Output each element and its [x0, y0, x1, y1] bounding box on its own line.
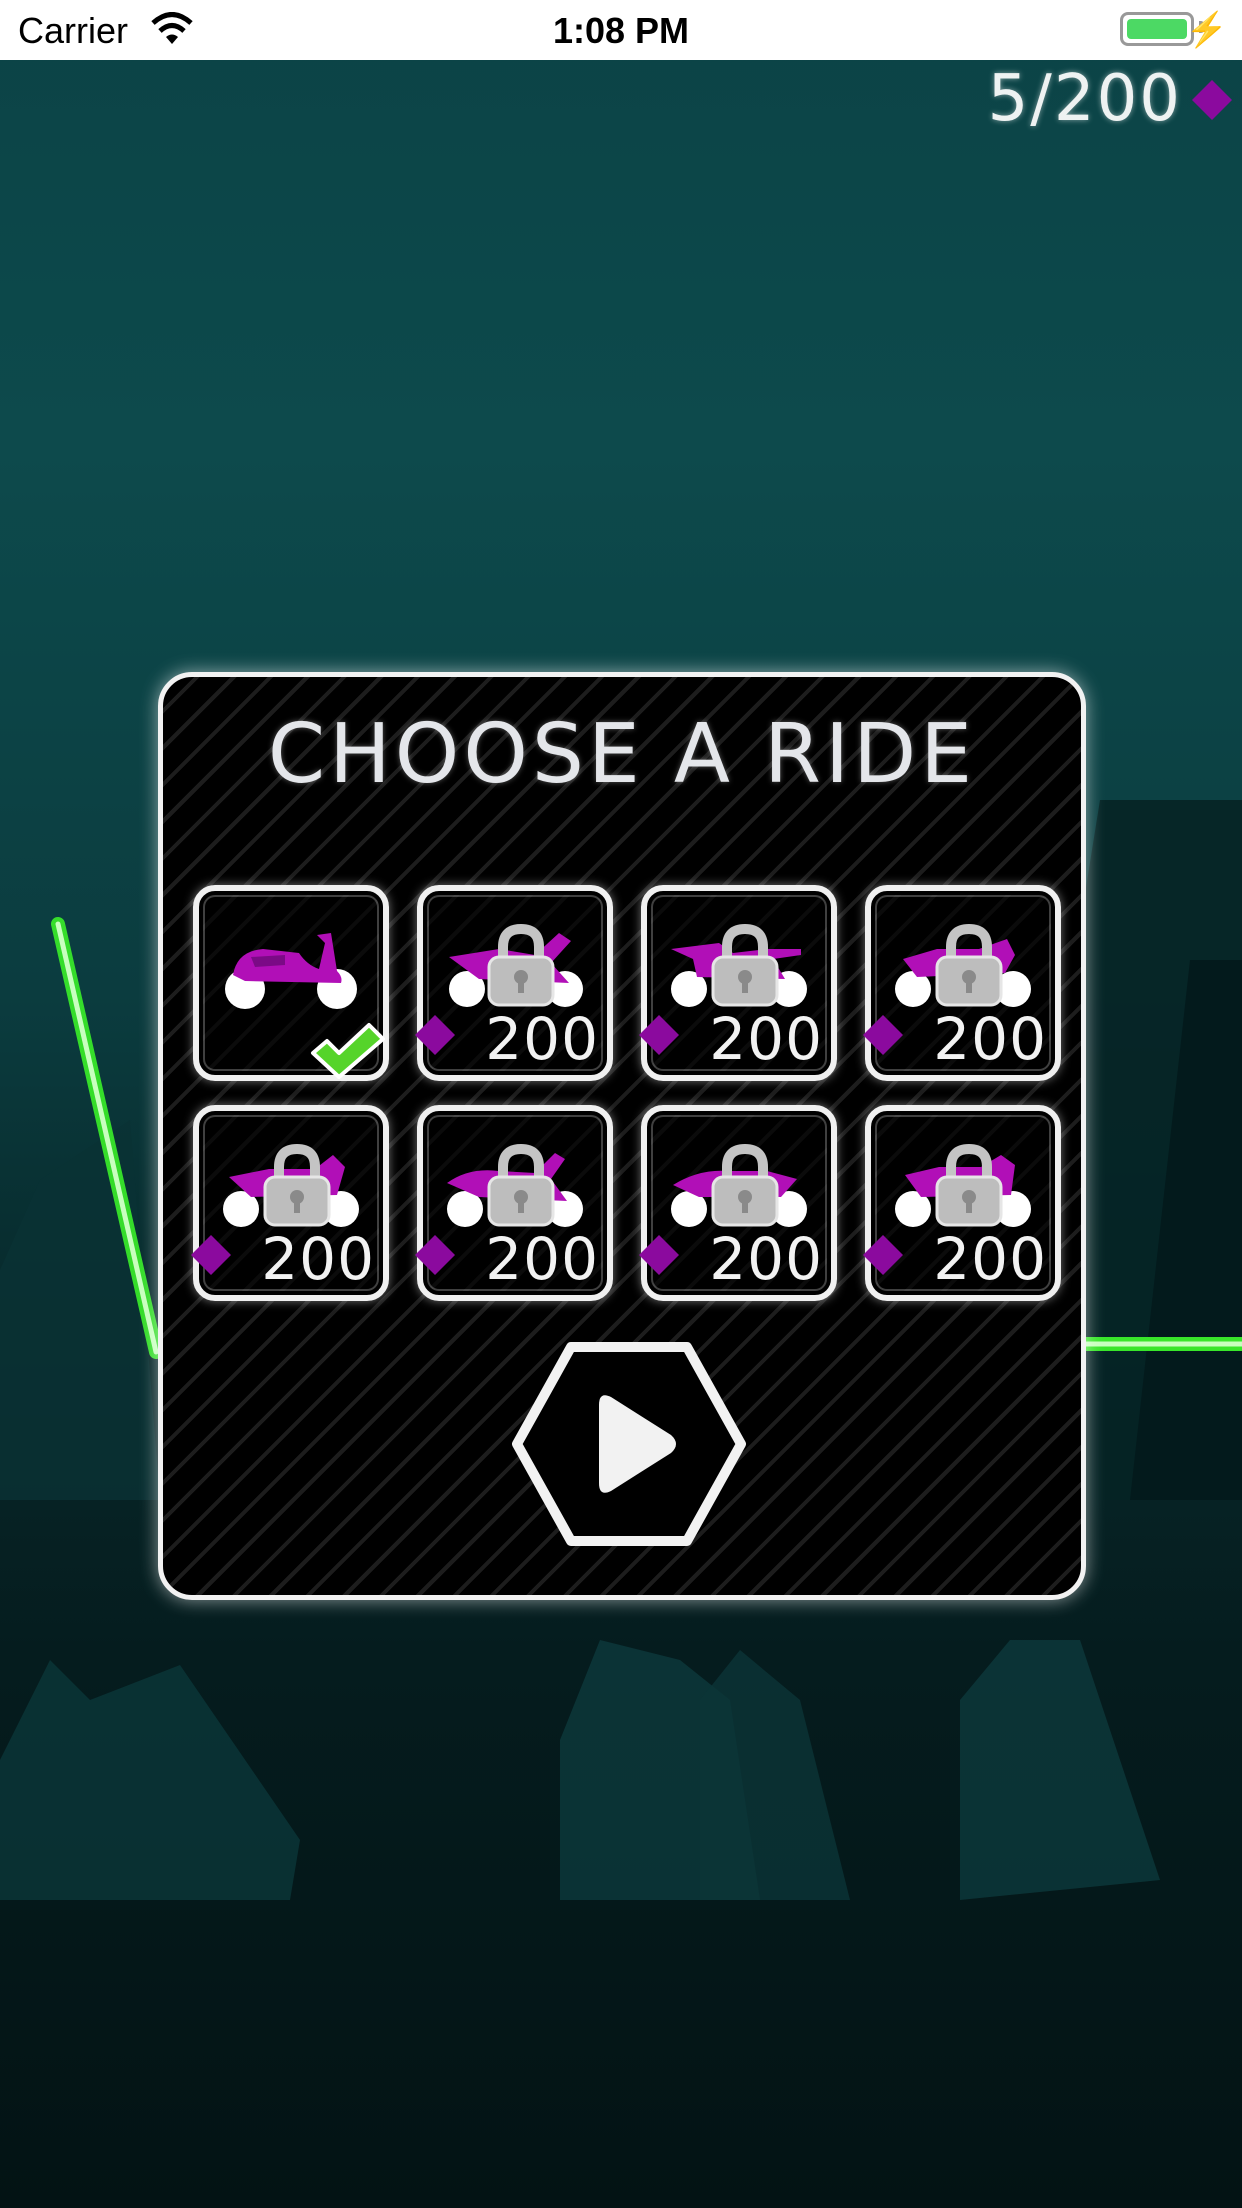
ride-slot-1[interactable] [193, 885, 389, 1081]
ride-slot-2[interactable]: 200 [415, 885, 613, 1081]
ride-slot-7[interactable]: 200 [639, 1105, 837, 1301]
lock-icon [935, 923, 1003, 1007]
gem-counter: 5/200 [987, 62, 1182, 136]
lock-icon [935, 1143, 1003, 1227]
ride-slot-4[interactable]: 200 [863, 885, 1061, 1081]
gem-icon [415, 1235, 455, 1275]
choose-ride-panel: CHOOSE A RIDE 200 200 200 200 200 200 20… [158, 672, 1086, 1600]
ride-price: 200 [933, 1225, 1047, 1293]
battery-icon [1120, 12, 1194, 46]
status-bar: Carrier 1:08 PM ⚡ [0, 0, 1242, 60]
ride-slot-6[interactable]: 200 [415, 1105, 613, 1301]
ride-price: 200 [709, 1225, 823, 1293]
ride-price: 200 [709, 1005, 823, 1073]
ride-slot-5[interactable]: 200 [191, 1105, 389, 1301]
status-time: 1:08 PM [552, 10, 690, 51]
ride-slot-8[interactable]: 200 [863, 1105, 1061, 1301]
gem-icon [191, 1235, 231, 1275]
gem-icon [639, 1015, 679, 1055]
gem-icon [1192, 80, 1232, 120]
scooter-icon [225, 933, 357, 1009]
ride-slot-3[interactable]: 200 [639, 885, 837, 1081]
lock-icon [711, 1143, 779, 1227]
play-button[interactable] [511, 1339, 747, 1549]
gem-icon [639, 1235, 679, 1275]
lock-icon [487, 1143, 555, 1227]
selected-check-icon [311, 1023, 385, 1079]
ride-price: 200 [485, 1225, 599, 1293]
gem-icon [863, 1015, 903, 1055]
ride-price: 200 [485, 1005, 599, 1073]
ride-price: 200 [261, 1225, 375, 1293]
lock-icon [263, 1143, 331, 1227]
gem-icon [863, 1235, 903, 1275]
gem-icon [415, 1015, 455, 1055]
lock-icon [711, 923, 779, 1007]
panel-title: CHOOSE A RIDE [267, 707, 977, 802]
ride-price: 200 [933, 1005, 1047, 1073]
lock-icon [487, 923, 555, 1007]
charging-icon: ⚡ [1185, 11, 1228, 49]
